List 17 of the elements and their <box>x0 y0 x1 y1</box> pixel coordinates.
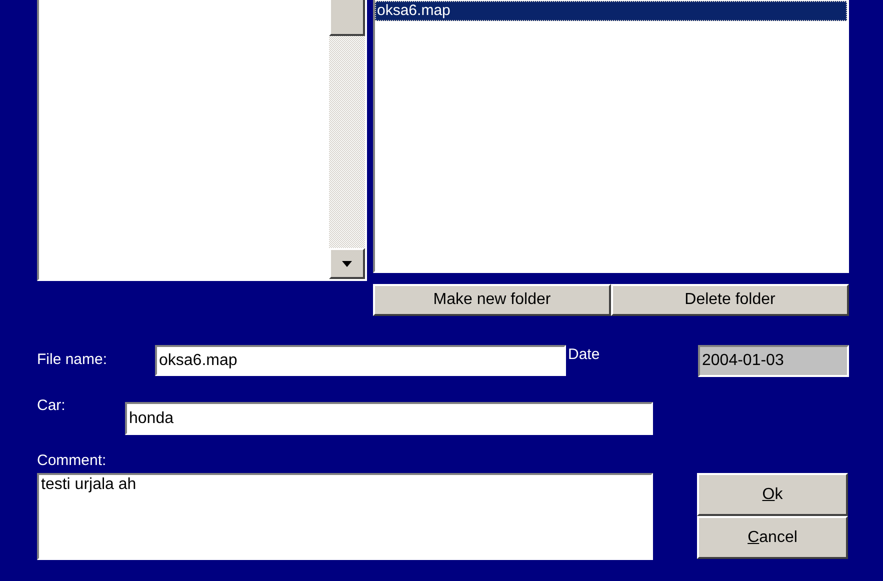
car-field[interactable]: honda <box>125 402 653 435</box>
folder-button[interactable]: Delete folder <box>611 284 849 316</box>
folder-button[interactable]: Make new folder <box>373 284 611 316</box>
scroll-thumb[interactable] <box>329 0 365 36</box>
field-label: Car: <box>37 397 66 415</box>
field-label: Date <box>568 345 601 365</box>
down-arrow-icon <box>342 260 352 266</box>
comment-field[interactable]: testi urjala ah <box>37 473 653 560</box>
scrollbar[interactable] <box>329 0 365 279</box>
file-name-field[interactable]: oksa6.map <box>155 345 566 376</box>
scroll-down-button[interactable] <box>329 248 365 279</box>
field-label: File name: <box>37 350 108 370</box>
file-list[interactable]: oksa6.map <box>373 0 849 273</box>
field-label: Comment: <box>37 452 108 470</box>
ok-button[interactable]: Ok <box>697 473 848 516</box>
file-item[interactable]: oksa6.map <box>375 1 847 21</box>
cancel-button[interactable]: Cancel <box>697 516 848 559</box>
